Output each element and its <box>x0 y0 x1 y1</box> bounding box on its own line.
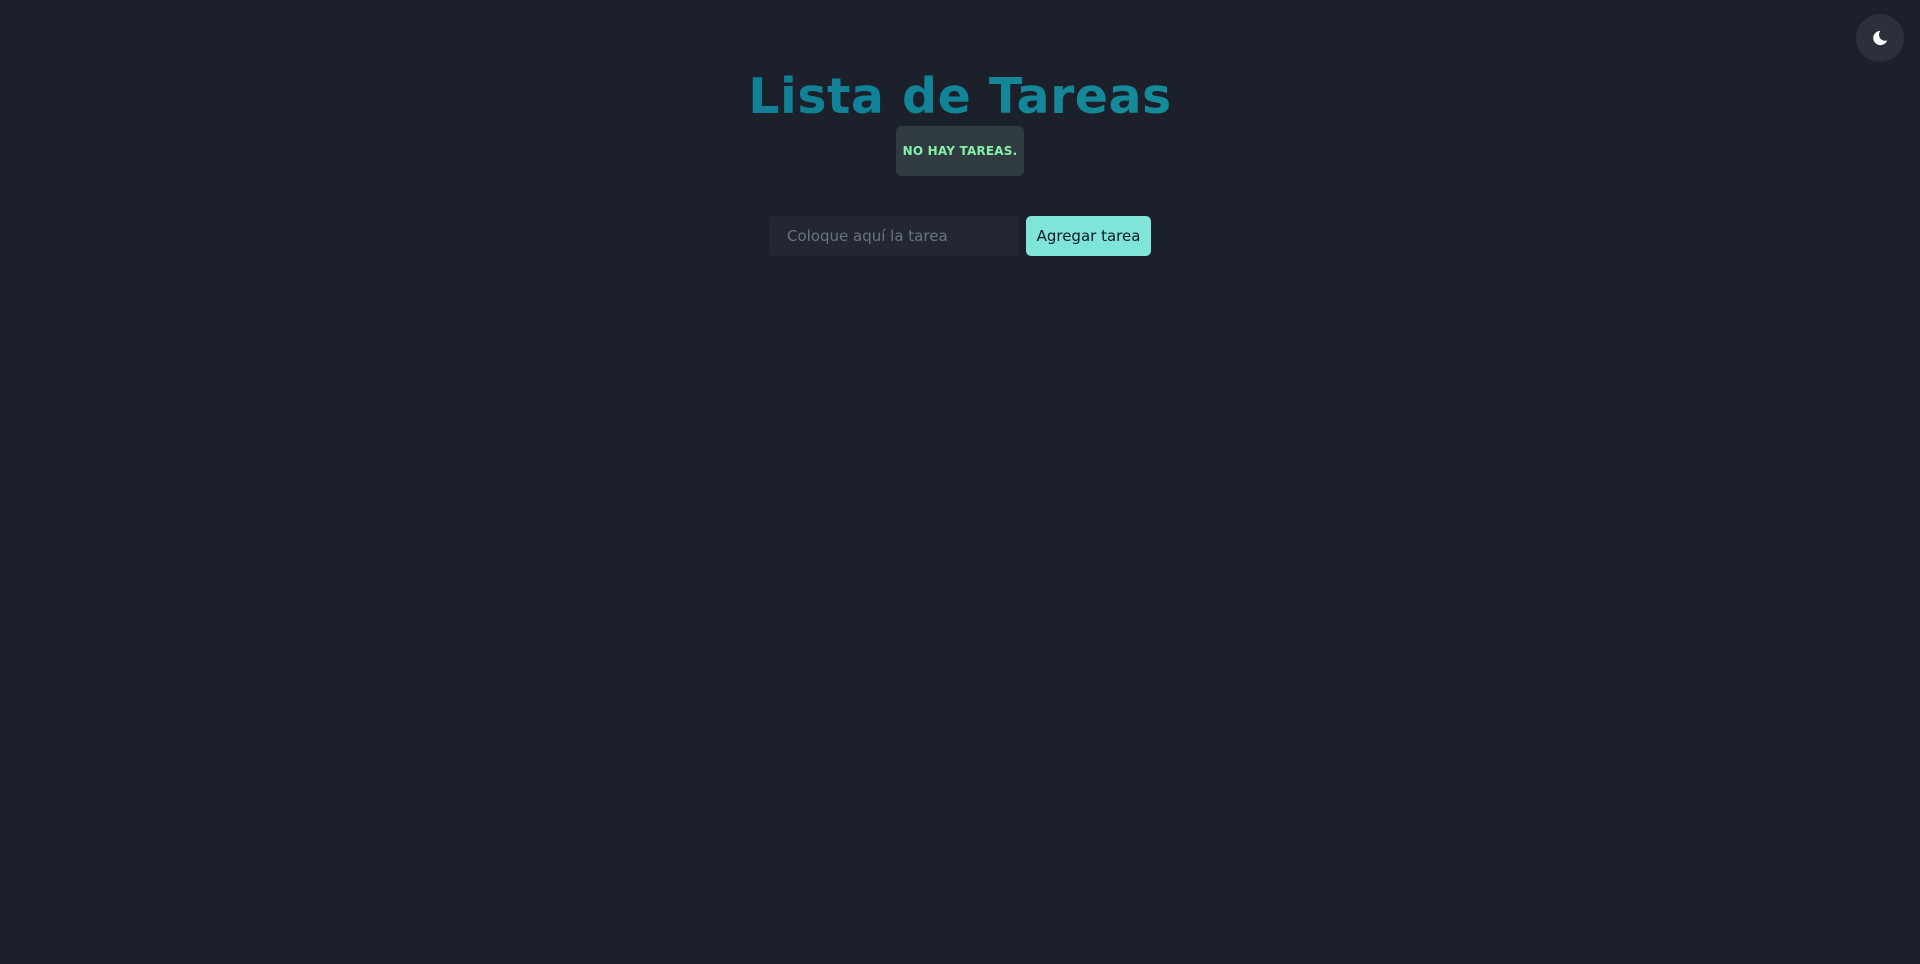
empty-tasks-badge: NO HAY TAREAS. <box>896 126 1024 176</box>
page-title: Lista de Tareas <box>0 66 1920 128</box>
app-page: Lista de Tareas NO HAY TAREAS. Agregar t… <box>0 0 1920 964</box>
task-input[interactable] <box>769 216 1019 256</box>
theme-toggle-button[interactable] <box>1856 14 1904 62</box>
moon-icon <box>1871 29 1889 47</box>
add-task-form: Agregar tarea <box>769 216 1151 256</box>
add-task-button[interactable]: Agregar tarea <box>1026 216 1151 256</box>
